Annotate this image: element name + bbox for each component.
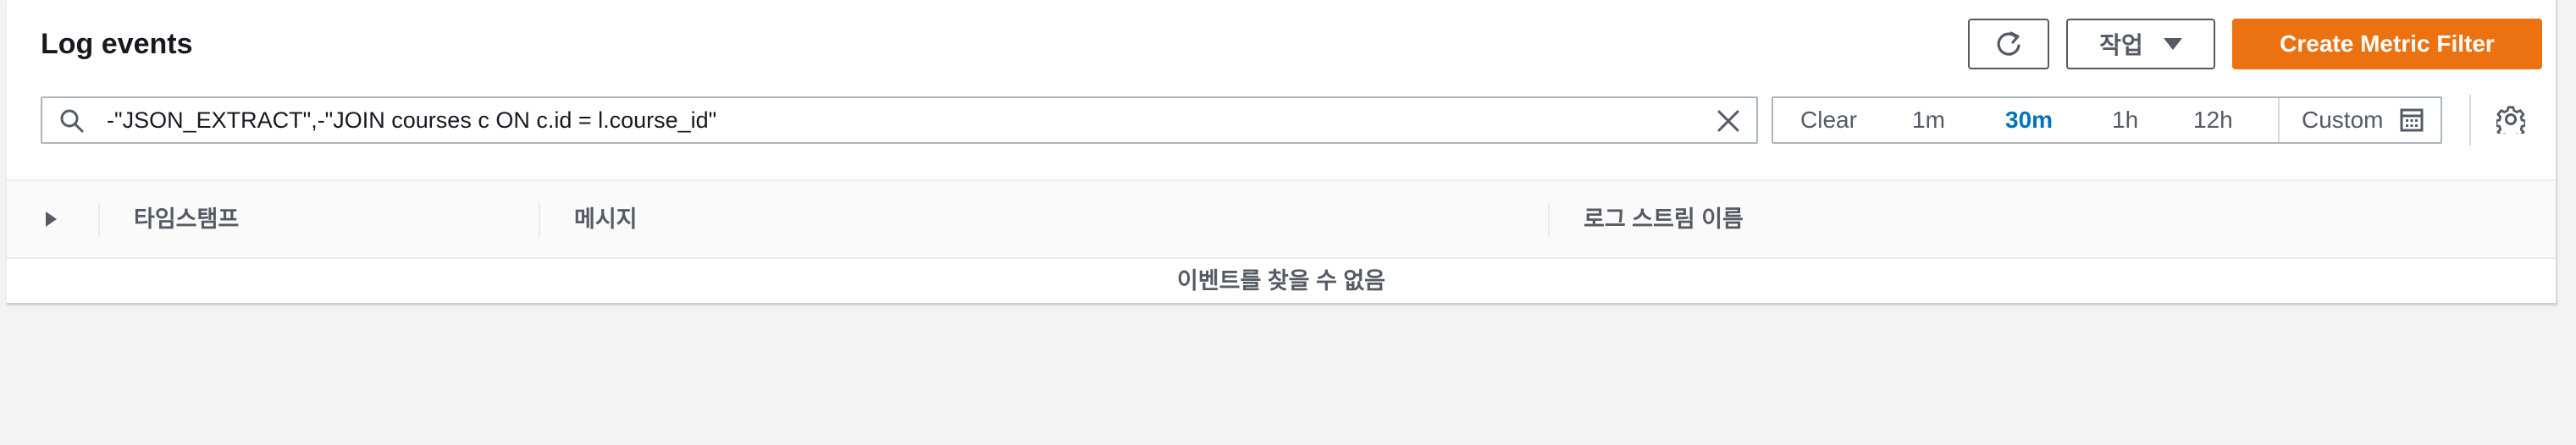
page-title: Log events	[41, 28, 193, 60]
actions-dropdown-button[interactable]: 작업	[2066, 19, 2215, 69]
clear-time-button[interactable]: Clear	[1800, 98, 1857, 142]
time-separator	[2278, 98, 2280, 142]
gear-icon[interactable]	[2496, 105, 2525, 134]
search-query-text: -"JSON_EXTRACT",-"JOIN courses c ON c.id…	[107, 107, 717, 133]
column-header-message[interactable]: 메시지	[574, 181, 638, 257]
log-table-header: 타임스탬프 메시지 로그 스트림 이름	[7, 179, 2556, 259]
refresh-icon	[1997, 31, 2020, 56]
search-icon	[60, 109, 84, 133]
close-icon[interactable]	[1716, 108, 1741, 134]
log-events-panel: Log events 작업 Create Metric Filter -"JSO…	[7, 0, 2557, 305]
column-header-timestamp[interactable]: 타임스탬프	[134, 181, 239, 257]
column-divider	[98, 203, 100, 237]
actions-label: 작업	[2099, 32, 2143, 58]
calendar-icon[interactable]	[2400, 108, 2424, 132]
toolbar-divider	[2469, 95, 2471, 146]
column-divider	[539, 203, 540, 237]
time-option-12h[interactable]: 12h	[2193, 98, 2233, 142]
column-header-log-stream-name[interactable]: 로그 스트림 이름	[1584, 181, 1744, 257]
time-option-30m[interactable]: 30m	[2005, 98, 2053, 142]
custom-time-button[interactable]: Custom	[2302, 98, 2383, 142]
expand-caret-icon[interactable]	[46, 212, 57, 227]
time-range-selector: Clear 1m 30m 1h 12h Custom	[1772, 96, 2442, 144]
filter-search-input[interactable]: -"JSON_EXTRACT",-"JOIN courses c ON c.id…	[41, 96, 1758, 144]
empty-state-message: 이벤트를 찾을 수 없음	[1176, 268, 1386, 294]
column-divider	[1548, 203, 1550, 237]
create-metric-filter-button[interactable]: Create Metric Filter	[2232, 19, 2542, 69]
caret-down-icon	[2163, 38, 2182, 50]
time-option-1h[interactable]: 1h	[2112, 98, 2138, 142]
time-option-1m[interactable]: 1m	[1912, 98, 1945, 142]
refresh-button[interactable]	[1968, 19, 2049, 69]
